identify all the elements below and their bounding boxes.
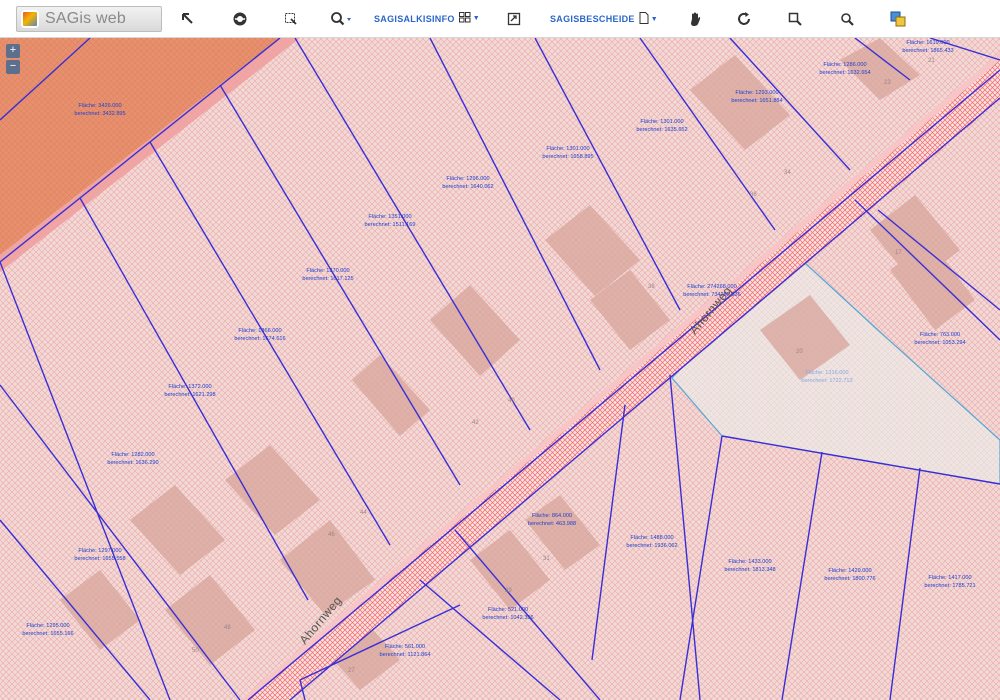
map-canvas[interactable]: Ahornweg Ahornweg Fläche: 3426.000 berec… (0, 38, 1000, 700)
parcel-label-p22: Fläche: 1417.000 (928, 575, 971, 581)
house-number-21: 21 (928, 58, 935, 64)
parcel-label-p14: Fläche: 1619.000 (906, 40, 949, 46)
parcel-label-p4-calc: berechnet: 1617.125 (302, 276, 353, 282)
layers-icon[interactable] (890, 9, 906, 29)
map-zoom-out-button[interactable]: − (6, 60, 20, 74)
house-number-34: 34 (784, 170, 791, 176)
select-rect-icon[interactable] (284, 9, 298, 29)
alkis-info-label: SAGISALKISINFO (374, 13, 455, 24)
house-number-44: 44 (360, 510, 367, 516)
house-number-17: 17 (895, 250, 902, 256)
zoom-in-icon[interactable] (788, 9, 802, 29)
parcel-label-p18: Fläche: 864.000 (532, 513, 572, 519)
parcel-label-p24-calc: berechnet: 1121.864 (380, 652, 431, 658)
parcel-label-p19-calc: berechnet: 1936.062 (626, 543, 677, 549)
parcel-label-p12-calc: berechnet: 1651.884 (731, 98, 782, 104)
grid-icon (458, 12, 471, 25)
toolbar: SAGis web SAGISALKISINFO ▼ SAGISBESCHEID… (0, 0, 1000, 38)
parcel-label-p15-calc: berechnet: 734282.836 (683, 292, 741, 298)
parcel-label-p22-calc: berechnet: 1785.721 (924, 583, 975, 589)
parcel-label-p4: Fläche: 1370.000 (306, 268, 349, 274)
zoom-out-icon[interactable] (840, 9, 854, 29)
parcel-label-p9-calc: berechnet: 1655.166 (22, 631, 73, 637)
parcel-label-p19: Fläche: 1488.000 (630, 535, 673, 541)
parcel-label-p5: Fläche: 1366.000 (238, 328, 281, 334)
parcel-label-p10: Fläche: 1301.000 (546, 146, 589, 152)
map-zoom-in-button[interactable]: + (6, 44, 20, 58)
parcel-label-p15: Fläche: 274268.000 (687, 284, 736, 290)
app-logo: SAGis web (16, 6, 162, 32)
parcel-label-p8-calc: berechnet: 1655.558 (74, 556, 125, 562)
house-number-31: 31 (543, 556, 550, 562)
chevron-down-icon: ▼ (650, 15, 658, 23)
parcel-label-p2: Fläche: 1296.000 (446, 176, 489, 182)
house-number-42: 42 (472, 420, 479, 426)
map-view[interactable]: Ahornweg Ahornweg Fläche: 3426.000 berec… (0, 38, 1000, 700)
app-logo-text: SAGis web (45, 10, 126, 27)
house-number-46: 46 (328, 532, 335, 538)
parcel-label-p21: Fläche: 1429.000 (828, 568, 871, 574)
zoom-menu-icon[interactable] (330, 9, 352, 29)
parcel-label-p6-calc: berechnet: 1621.298 (164, 392, 215, 398)
parcel-label-p23-calc: berechnet: 1042.396 (482, 615, 533, 621)
parcel-label-p6: Fläche: 1372.000 (168, 384, 211, 390)
parcel-label-p2-calc: berechnet: 1640.062 (442, 184, 493, 190)
house-number-48: 48 (224, 625, 231, 631)
export-icon[interactable] (507, 9, 521, 29)
parcel-label-p23: Fläche: 521.000 (488, 607, 528, 613)
house-number-50: 50 (192, 648, 199, 654)
parcel-label-p5-calc: berechnet: 1674.616 (234, 336, 285, 342)
parcel-label-p21-calc: berechnet: 1800.776 (824, 576, 875, 582)
alkis-info-menu[interactable]: SAGISALKISINFO ▼ (374, 12, 480, 25)
parcel-label-p1-calc: berechnet: 3432.895 (74, 111, 125, 117)
parcel-label-p10-calc: berechnet: 1658.895 (542, 154, 593, 160)
parcel-label-p8: Fläche: 1297.000 (78, 548, 121, 554)
house-number-27: 27 (348, 668, 355, 674)
parcel-label-p9: Fläche: 1295.000 (26, 623, 69, 629)
parcel-label-p20-calc: berechnet: 1813.348 (724, 567, 775, 573)
parcel-label-p13-calc: berechnet: 1632.654 (819, 70, 870, 76)
pan-hand-icon[interactable] (688, 9, 702, 29)
house-number-40: 40 (508, 398, 515, 404)
select-arrow-icon[interactable] (181, 9, 195, 29)
parcel-label-p11-calc: berechnet: 1635.652 (636, 127, 687, 133)
parcel-label-p11: Fläche: 1301.000 (640, 119, 683, 125)
parcel-label-p17: Fläche: 1316.000 (805, 370, 848, 376)
parcel-label-p13: Fläche: 1286.000 (823, 62, 866, 68)
house-number-23: 23 (884, 80, 891, 86)
parcel-label-p7: Fläche: 1282.000 (111, 452, 154, 458)
house-number-36: 36 (750, 192, 757, 198)
house-number-38: 38 (648, 284, 655, 290)
house-number-20: 20 (796, 349, 803, 355)
parcel-label-p18-calc: berechnet: 463.988 (528, 521, 576, 527)
parcel-label-p12: Fläche: 1293.000 (735, 90, 778, 96)
info-circle-icon[interactable] (232, 9, 248, 29)
refresh-icon[interactable] (736, 9, 752, 29)
bescheide-menu[interactable]: SAGISBESCHEIDE ▼ (550, 12, 658, 26)
parcel-label-p3: Fläche: 1351.000 (368, 214, 411, 220)
parcel-label-p16-calc: berechnet: 1053.294 (914, 340, 965, 346)
parcel-label-p20: Fläche: 1433.000 (728, 559, 771, 565)
parcel-label-p7-calc: berechnet: 1636.290 (107, 460, 158, 466)
sagis-logo-icon (21, 10, 39, 28)
parcel-label-p16: Fläche: 763.000 (920, 332, 960, 338)
parcel-label-p3-calc: berechnet: 1511.169 (365, 222, 416, 228)
parcel-label-p1: Fläche: 3426.000 (78, 103, 121, 109)
parcel-label-p14-calc: berechnet: 1865.433 (902, 48, 953, 54)
chevron-down-icon: ▼ (472, 15, 480, 22)
document-icon (639, 12, 649, 26)
parcel-label-p24: Fläche: 561.000 (385, 644, 425, 650)
bescheide-label: SAGISBESCHEIDE (550, 14, 635, 24)
parcel-label-p17-calc: berechnet: 1722.713 (801, 378, 852, 384)
map-zoom-controls: + − (6, 44, 20, 76)
house-number-29: 29 (505, 588, 512, 594)
